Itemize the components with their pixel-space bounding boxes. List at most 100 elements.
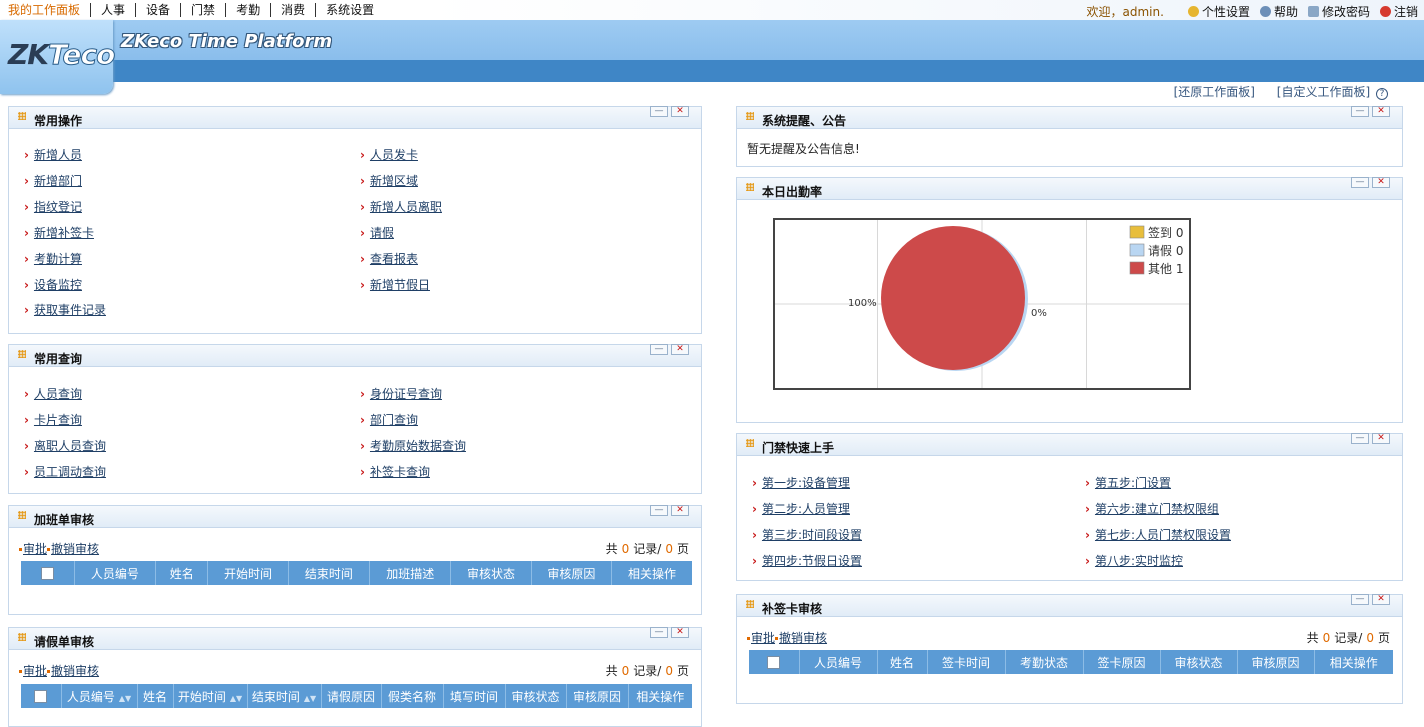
revoke-link[interactable]: 撤销审核 — [51, 542, 99, 556]
step-access-group[interactable]: 第六步:建立门禁权限组 — [1085, 500, 1219, 517]
col-header[interactable]: 相关操作 — [1314, 650, 1393, 674]
select-all-checkbox[interactable] — [749, 650, 800, 674]
col-header[interactable]: 姓名 — [137, 684, 174, 708]
link-person-query[interactable]: 人员查询 — [24, 385, 82, 402]
minimize-icon[interactable]: — — [1351, 106, 1369, 117]
col-header[interactable]: 开始时间 — [207, 561, 289, 585]
col-header[interactable]: 签卡时间 — [927, 650, 1006, 674]
link-leave[interactable]: 请假 — [360, 224, 394, 241]
question-icon[interactable]: ? — [1376, 88, 1388, 100]
customize-workbench-link[interactable]: [自定义工作面板] — [1277, 85, 1370, 99]
personal-settings-link[interactable]: 个性设置 — [1187, 3, 1250, 20]
close-icon[interactable]: ✕ — [671, 505, 689, 516]
menu-personnel[interactable]: 人事 — [91, 3, 137, 17]
link-transfer-query[interactable]: 员工调动查询 — [24, 463, 106, 480]
menu-attendance[interactable]: 考勤 — [226, 3, 272, 17]
supplement-table-header: 人员编号 姓名 签卡时间 考勤状态 签卡原因 审核状态 审核原因 相关操作 — [749, 650, 1393, 674]
col-header[interactable]: 假类名称 — [381, 684, 444, 708]
help-link[interactable]: 帮助 — [1259, 3, 1298, 20]
step-realtime-monitor[interactable]: 第八步:实时监控 — [1085, 552, 1183, 569]
col-header[interactable]: 审核状态 — [450, 561, 532, 585]
col-header[interactable]: 审核原因 — [566, 684, 629, 708]
welcome-text: 欢迎，admin. — [1086, 5, 1164, 19]
minimize-icon[interactable]: — — [650, 505, 668, 516]
link-add-department[interactable]: 新增部门 — [24, 172, 82, 189]
step-person-management[interactable]: 第二步:人员管理 — [752, 500, 850, 517]
col-header[interactable]: 人员编号 ▲▼ — [61, 684, 138, 708]
close-icon[interactable]: ✕ — [1372, 106, 1390, 117]
notice-text: 暂无提醒及公告信息! — [747, 142, 860, 156]
minimize-icon[interactable]: — — [650, 106, 668, 117]
link-device-monitor[interactable]: 设备监控 — [24, 276, 82, 293]
link-add-area[interactable]: 新增区域 — [360, 172, 418, 189]
col-header[interactable]: 姓名 — [155, 561, 209, 585]
col-header[interactable]: 结束时间 — [288, 561, 371, 585]
col-header[interactable]: 填写时间 — [443, 684, 506, 708]
close-icon[interactable]: ✕ — [1372, 433, 1390, 444]
menu-access[interactable]: 门禁 — [181, 3, 227, 17]
col-header[interactable]: 相关操作 — [628, 684, 692, 708]
approve-link[interactable]: 审批 — [23, 664, 47, 678]
restore-workbench-link[interactable]: [还原工作面板] — [1174, 85, 1255, 99]
link-department-query[interactable]: 部门查询 — [360, 411, 418, 428]
minimize-icon[interactable]: — — [1351, 433, 1369, 444]
approve-link[interactable]: 审批 — [23, 542, 47, 556]
link-add-resignation[interactable]: 新增人员离职 — [360, 198, 442, 215]
revoke-link[interactable]: 撤销审核 — [779, 631, 827, 645]
close-icon[interactable]: ✕ — [671, 344, 689, 355]
close-icon[interactable]: ✕ — [1372, 177, 1390, 188]
link-resigned-query[interactable]: 离职人员查询 — [24, 437, 106, 454]
link-add-person[interactable]: 新增人员 — [24, 146, 82, 163]
col-header[interactable]: 相关操作 — [612, 561, 692, 585]
menu-system-settings[interactable]: 系统设置 — [316, 3, 384, 17]
link-add-supplement-card[interactable]: 新增补签卡 — [24, 224, 94, 241]
link-get-events[interactable]: 获取事件记录 — [24, 301, 106, 318]
link-id-query[interactable]: 身份证号查询 — [360, 385, 442, 402]
approve-link[interactable]: 审批 — [751, 631, 775, 645]
col-header[interactable]: 审核原因 — [1237, 650, 1315, 674]
col-header[interactable]: 加班描述 — [369, 561, 452, 585]
minimize-icon[interactable]: — — [650, 627, 668, 638]
close-icon[interactable]: ✕ — [671, 627, 689, 638]
col-header[interactable]: 考勤状态 — [1005, 650, 1084, 674]
col-header[interactable]: 人员编号 — [74, 561, 157, 585]
col-header[interactable]: 审核状态 — [505, 684, 567, 708]
step-holiday-settings[interactable]: 第四步:节假日设置 — [752, 552, 862, 569]
step-timezone-settings[interactable]: 第三步:时间段设置 — [752, 526, 862, 543]
col-header[interactable]: 姓名 — [877, 650, 928, 674]
link-issue-card[interactable]: 人员发卡 — [360, 146, 418, 163]
close-icon[interactable]: ✕ — [671, 106, 689, 117]
col-header[interactable]: 审核状态 — [1160, 650, 1238, 674]
col-header[interactable]: 请假原因 — [321, 684, 382, 708]
menu-device[interactable]: 设备 — [136, 3, 182, 17]
step-person-access-settings[interactable]: 第七步:人员门禁权限设置 — [1085, 526, 1231, 543]
link-fingerprint-register[interactable]: 指纹登记 — [24, 198, 82, 215]
link-add-holiday[interactable]: 新增节假日 — [360, 276, 430, 293]
col-header[interactable]: 审核原因 — [531, 561, 613, 585]
revoke-link[interactable]: 撤销审核 — [51, 664, 99, 678]
legend-swatch — [1129, 243, 1145, 257]
close-icon[interactable]: ✕ — [1372, 594, 1390, 605]
col-header[interactable]: 人员编号 — [799, 650, 878, 674]
step-device-management[interactable]: 第一步:设备管理 — [752, 474, 850, 491]
link-supplement-query[interactable]: 补签卡查询 — [360, 463, 430, 480]
select-all-checkbox[interactable] — [21, 684, 62, 708]
minimize-icon[interactable]: — — [1351, 177, 1369, 188]
link-card-query[interactable]: 卡片查询 — [24, 411, 82, 428]
link-raw-data-query[interactable]: 考勤原始数据查询 — [360, 437, 466, 454]
step-door-settings[interactable]: 第五步:门设置 — [1085, 474, 1171, 491]
menu-consume[interactable]: 消费 — [271, 3, 317, 17]
link-view-report[interactable]: 查看报表 — [360, 250, 418, 267]
panel-title: 系统提醒、公告 — [762, 114, 847, 128]
logout-link[interactable]: 注销 — [1379, 3, 1418, 20]
col-header[interactable]: 开始时间 ▲▼ — [173, 684, 248, 708]
link-attendance-calc[interactable]: 考勤计算 — [24, 250, 82, 267]
col-header[interactable]: 签卡原因 — [1083, 650, 1161, 674]
minimize-icon[interactable]: — — [1351, 594, 1369, 605]
menu-my-workbench[interactable]: 我的工作面板 — [4, 3, 92, 17]
select-all-checkbox[interactable] — [21, 561, 75, 585]
minimize-icon[interactable]: — — [650, 344, 668, 355]
panel-system-notice: 系统提醒、公告 — ✕ 暂无提醒及公告信息! — [736, 106, 1403, 167]
change-password-link[interactable]: 修改密码 — [1307, 3, 1370, 20]
col-header[interactable]: 结束时间 ▲▼ — [247, 684, 322, 708]
